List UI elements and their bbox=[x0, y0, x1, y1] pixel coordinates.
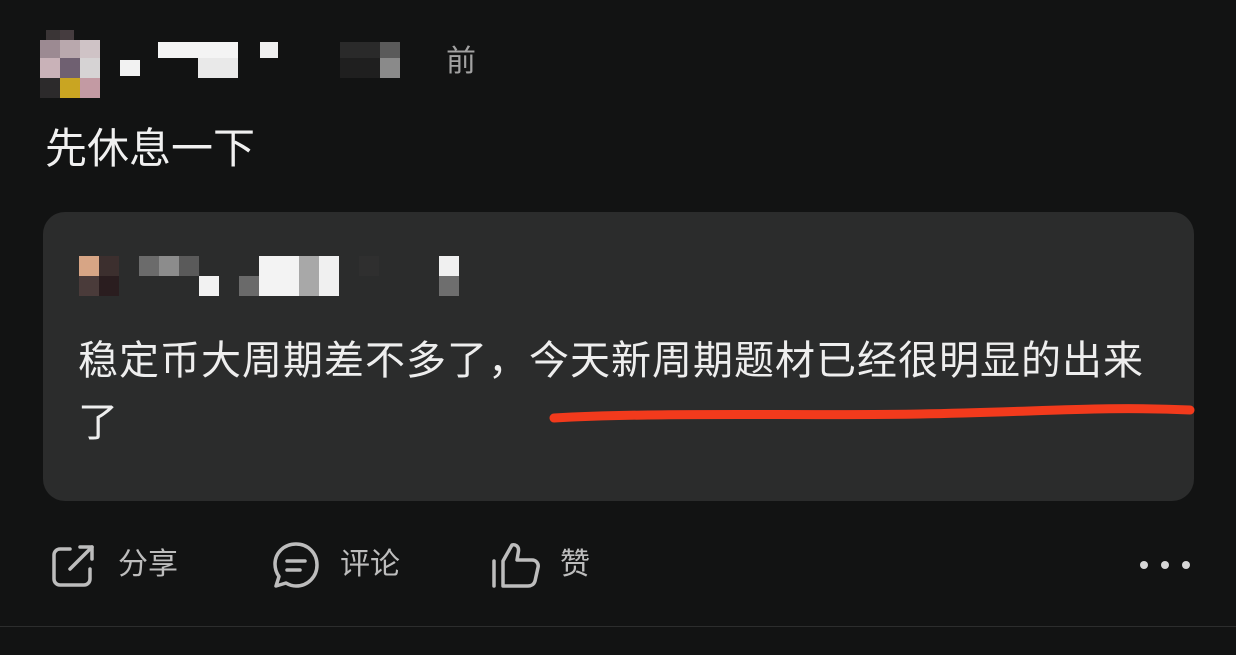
share-icon bbox=[52, 545, 94, 587]
more-icon bbox=[1140, 561, 1148, 569]
quoted-post-text: 稳定币大周期差不多了，今天新周期题材已经很明显的出来了 bbox=[78, 338, 1144, 446]
more-button[interactable] bbox=[1140, 552, 1190, 578]
share-button[interactable]: 分享 bbox=[48, 538, 178, 592]
divider bbox=[0, 626, 1236, 627]
thumbs-up-icon bbox=[492, 543, 540, 588]
comment-icon bbox=[273, 542, 319, 588]
like-label: 赞 bbox=[560, 547, 590, 582]
like-button[interactable]: 赞 bbox=[490, 538, 590, 592]
quoted-post-card[interactable]: 稳定币大周期差不多了，今天新周期题材已经很明显的出来了 bbox=[43, 212, 1194, 501]
post-page: 前 先休息一下 稳定币大周期差不多了，今天新周期题材已经很明显的出来了 分享 评… bbox=[0, 0, 1236, 655]
quoted-username-redacted[interactable] bbox=[139, 256, 479, 298]
avatar[interactable] bbox=[40, 30, 102, 100]
share-label: 分享 bbox=[118, 547, 178, 582]
post-text: 先休息一下 bbox=[45, 124, 256, 173]
comment-button[interactable]: 评论 bbox=[270, 538, 400, 592]
timestamp: 前 bbox=[446, 44, 476, 79]
username-redacted[interactable] bbox=[118, 30, 438, 90]
action-bar: 分享 评论 赞 bbox=[0, 530, 1236, 600]
quoted-avatar[interactable] bbox=[79, 256, 121, 298]
post-header: 前 bbox=[40, 30, 560, 102]
quoted-post-header bbox=[79, 256, 479, 312]
comment-label: 评论 bbox=[340, 547, 400, 582]
